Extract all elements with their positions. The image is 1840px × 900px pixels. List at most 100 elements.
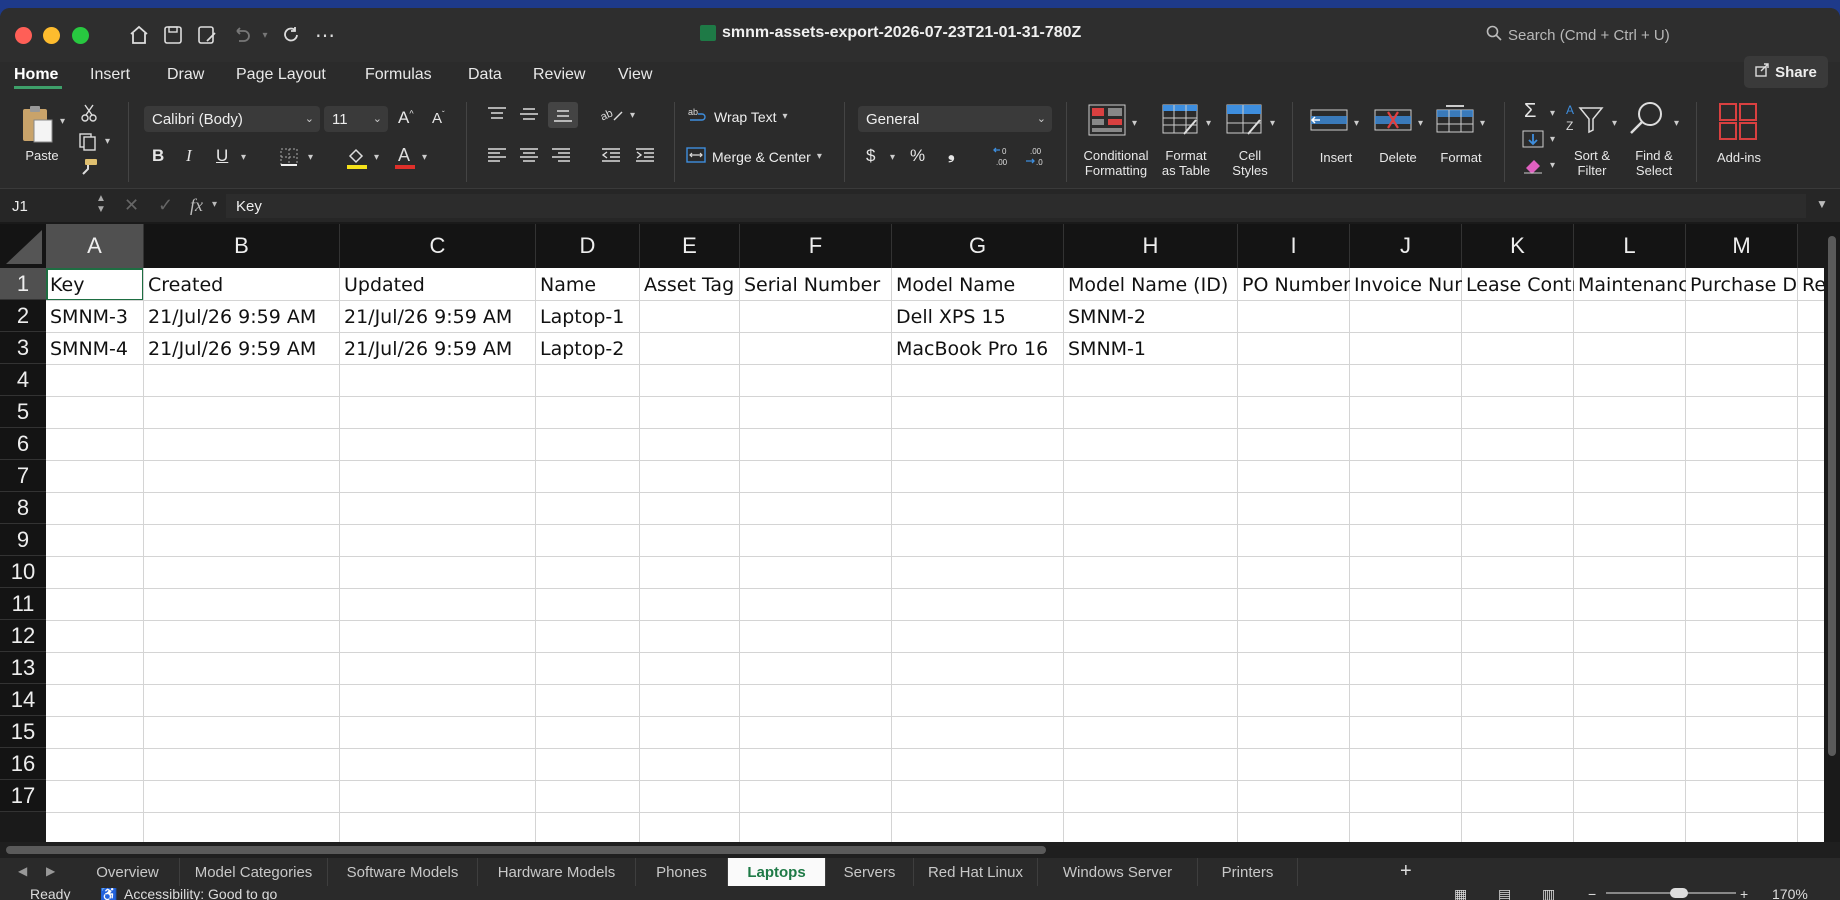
column-header[interactable]: E (640, 224, 740, 268)
merge-center-button[interactable]: Merge & Center ▾ (686, 146, 822, 167)
decrease-indent-icon[interactable] (600, 146, 622, 169)
normal-view-icon[interactable]: ▦ (1454, 888, 1467, 900)
save-icon[interactable] (160, 22, 186, 48)
vertical-scroll-thumb[interactable] (1828, 236, 1836, 756)
wrap-text-button[interactable]: ab Wrap Text ▾ (688, 106, 788, 127)
row-header[interactable]: 9 (0, 524, 46, 556)
sheet-tab[interactable]: Overview (76, 858, 180, 886)
text-orientation-icon[interactable]: ab (599, 106, 624, 129)
column-header[interactable]: L (1574, 224, 1686, 268)
table-cell[interactable]: 21/Jul/26 9:59 AM (340, 301, 536, 333)
align-top-icon[interactable] (486, 106, 508, 127)
decrease-decimal-icon[interactable]: .00.0 (1024, 146, 1048, 173)
table-cell[interactable]: SMNM-3 (46, 301, 144, 333)
increase-decimal-icon[interactable]: 0.00 (992, 146, 1016, 173)
header-cell[interactable]: Updated (340, 269, 536, 301)
clear-dropdown-icon[interactable]: ▾ (1550, 160, 1555, 171)
align-bottom-icon[interactable] (548, 102, 578, 128)
tab-draw[interactable]: Draw (167, 66, 204, 84)
format-as-table-icon[interactable] (1162, 104, 1200, 141)
column-header[interactable]: B (144, 224, 340, 268)
header-cell[interactable]: Asset Tag (640, 269, 740, 301)
home-icon[interactable] (126, 22, 152, 48)
previous-sheet-icon[interactable]: ◀ (18, 864, 27, 878)
format-cells-icon[interactable] (1436, 104, 1474, 139)
next-sheet-icon[interactable]: ▶ (46, 864, 55, 878)
table-cell[interactable]: 21/Jul/26 9:59 AM (144, 333, 340, 365)
sort-filter-icon[interactable]: AZ (1566, 102, 1606, 139)
row-header[interactable]: 16 (0, 748, 46, 780)
undo-dropdown-icon[interactable]: ▾ (252, 22, 278, 48)
paste-icon[interactable] (20, 104, 54, 144)
save-as-icon[interactable] (194, 22, 220, 48)
zoom-window-button[interactable] (72, 27, 89, 44)
table-cell[interactable]: Dell XPS 15 (892, 301, 1064, 333)
header-cell[interactable]: Invoice Number (1350, 269, 1462, 301)
sheet-tab[interactable]: Printers (1198, 858, 1298, 886)
cancel-icon[interactable]: ✕ (124, 195, 139, 216)
row-header[interactable]: 12 (0, 620, 46, 652)
bold-button[interactable]: B (152, 146, 164, 166)
row-header[interactable]: 6 (0, 428, 46, 460)
table-cell[interactable]: SMNM-2 (1064, 301, 1238, 333)
sheet-tab[interactable]: Software Models (328, 858, 478, 886)
table-cell[interactable]: MacBook Pro 16 (892, 333, 1064, 365)
conditional-formatting-icon[interactable] (1088, 104, 1126, 141)
table-cell[interactable]: Laptop-2 (536, 333, 640, 365)
italic-button[interactable]: I (186, 146, 192, 166)
header-cell[interactable]: Purchase Date (1686, 269, 1798, 301)
insert-function-icon[interactable]: fx (190, 195, 203, 216)
underline-dropdown-icon[interactable]: ▾ (241, 152, 246, 163)
insert-cells-dropdown-icon[interactable]: ▾ (1354, 118, 1359, 129)
row-header[interactable]: 2 (0, 300, 46, 332)
expand-formula-bar-icon[interactable]: ▼ (1816, 197, 1828, 211)
tab-home[interactable]: Home (14, 66, 58, 84)
cell-area[interactable]: Key Created Updated Name Asset Tag Serial Num… (46, 268, 1824, 842)
column-header[interactable]: F (740, 224, 892, 268)
header-cell[interactable]: Name (536, 269, 640, 301)
currency-icon[interactable]: $ (866, 146, 875, 166)
header-cell[interactable]: Model Name (ID) (1064, 269, 1238, 301)
header-cell[interactable]: PO Number (1238, 269, 1350, 301)
tab-formulas[interactable]: Formulas (365, 66, 432, 84)
fill-color-dropdown-icon[interactable]: ▾ (374, 152, 379, 163)
page-break-view-icon[interactable]: ▥ (1542, 888, 1555, 900)
tab-page-layout[interactable]: Page Layout (236, 66, 326, 84)
column-header[interactable]: D (536, 224, 640, 268)
accessibility-status[interactable]: Accessibility: Good to go (124, 888, 277, 900)
table-cell[interactable]: 21/Jul/26 9:59 AM (144, 301, 340, 333)
tab-data[interactable]: Data (468, 66, 502, 84)
format-as-table-dropdown-icon[interactable]: ▾ (1206, 118, 1211, 129)
column-header[interactable]: I (1238, 224, 1350, 268)
sheet-tab[interactable]: Windows Server (1038, 858, 1198, 886)
cell-styles-icon[interactable] (1226, 104, 1264, 141)
sheet-tab[interactable]: Red Hat Linux (914, 858, 1038, 886)
row-header[interactable]: 5 (0, 396, 46, 428)
align-middle-icon[interactable] (518, 106, 540, 127)
horizontal-scroll-thumb[interactable] (6, 846, 1046, 854)
fill-icon[interactable] (1522, 130, 1544, 153)
zoom-out-icon[interactable]: − (1588, 888, 1596, 900)
row-header[interactable]: 4 (0, 364, 46, 396)
name-box-stepper-icon[interactable]: ▲ ▼ (96, 193, 106, 215)
underline-button[interactable]: U (216, 146, 228, 166)
sheet-tab[interactable]: Laptops (728, 858, 826, 886)
number-format-select[interactable]: General ⌄ (858, 106, 1052, 132)
comma-style-icon[interactable]: ❟ (948, 144, 955, 164)
copy-icon[interactable] (78, 132, 98, 157)
sheet-tab[interactable]: Phones (636, 858, 728, 886)
undo-icon[interactable] (228, 22, 254, 48)
row-header[interactable]: 7 (0, 460, 46, 492)
horizontal-scrollbar[interactable] (0, 842, 1840, 858)
page-layout-view-icon[interactable]: ▤ (1498, 888, 1511, 900)
find-select-icon[interactable] (1628, 100, 1666, 143)
name-box[interactable]: J1 (12, 198, 28, 215)
header-cell[interactable]: Created (144, 269, 340, 301)
cell-styles-dropdown-icon[interactable]: ▾ (1270, 118, 1275, 129)
sheet-tab[interactable]: Hardware Models (478, 858, 636, 886)
row-header[interactable]: 13 (0, 652, 46, 684)
paste-dropdown-icon[interactable]: ▾ (60, 116, 65, 127)
table-cell[interactable]: SMNM-4 (46, 333, 144, 365)
zoom-in-icon[interactable]: + (1740, 888, 1748, 900)
more-icon[interactable]: ⋯ (312, 22, 338, 48)
